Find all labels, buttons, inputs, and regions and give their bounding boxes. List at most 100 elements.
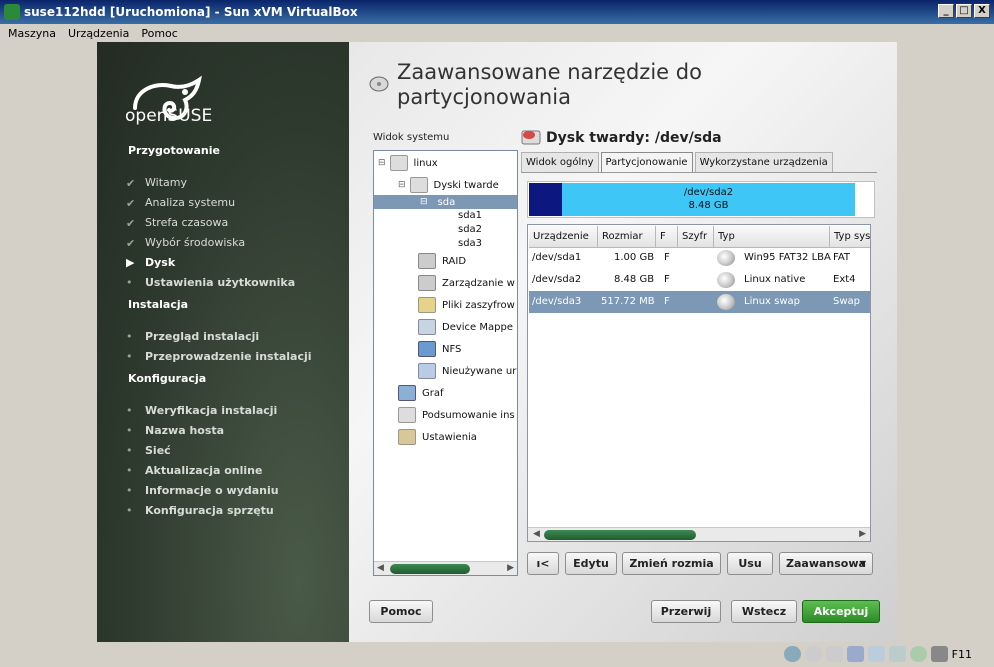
hard-disk-activity-icon[interactable] bbox=[783, 646, 801, 662]
bullet-icon: • bbox=[126, 350, 133, 363]
step-nazwa-hosta: Nazwa hosta bbox=[145, 424, 225, 437]
bullet-icon: • bbox=[126, 404, 133, 417]
menu-pomoc[interactable]: Pomoc bbox=[141, 27, 177, 40]
scroll-left-icon[interactable]: ◀ bbox=[533, 529, 540, 539]
table-row[interactable]: /dev/sda1 1.00 GB F Win95 FAT32 LBA FAT bbox=[529, 247, 870, 269]
resize-button[interactable]: Zmień rozmia bbox=[622, 552, 721, 575]
table-horizontal-scrollbar[interactable]: ◀ ▶ bbox=[528, 527, 870, 541]
tree-item-sda3[interactable]: sda3 bbox=[458, 238, 482, 249]
bullet-icon: • bbox=[126, 330, 133, 343]
current-step-arrow-icon: ▶ bbox=[126, 256, 135, 269]
hard-disk-icon bbox=[369, 76, 389, 92]
tree-item-linux[interactable]: ⊟ linux bbox=[378, 155, 438, 171]
column-header-format[interactable]: F bbox=[656, 226, 678, 248]
cell-size: 1.00 GB bbox=[614, 252, 655, 263]
partition-bar-size: 8.48 GB bbox=[688, 200, 729, 211]
column-header-type[interactable]: Typ bbox=[714, 226, 830, 248]
partition-bar[interactable]: /dev/sda2 8.48 GB bbox=[527, 181, 875, 218]
advanced-dropdown[interactable]: Zaawansowa ▼ bbox=[779, 552, 873, 575]
advanced-dropdown-label: Zaawansowa bbox=[786, 557, 866, 570]
menu-urzadzenia[interactable]: Urządzenia bbox=[68, 27, 129, 40]
tree-item-raid[interactable]: RAID bbox=[418, 253, 466, 269]
partition-bar-sda2[interactable]: /dev/sda2 8.48 GB bbox=[562, 183, 855, 216]
graph-icon bbox=[398, 385, 416, 401]
column-header-device[interactable]: Urządzenie bbox=[529, 226, 598, 248]
scrollbar-thumb[interactable] bbox=[544, 530, 696, 540]
section-przygotowanie: Przygotowanie bbox=[128, 144, 220, 157]
settings-wrench-icon bbox=[398, 429, 416, 445]
maximize-button[interactable]: □ bbox=[956, 4, 972, 18]
column-header-size[interactable]: Rozmiar bbox=[598, 226, 656, 248]
tree-item-settings[interactable]: Ustawienia bbox=[398, 429, 477, 445]
partition-bar-sda1[interactable] bbox=[529, 183, 562, 216]
step-dysk: Dysk bbox=[145, 256, 176, 269]
edit-button[interactable]: Edytu bbox=[565, 552, 617, 575]
table-row-selected[interactable]: /dev/sda3 517.72 MB F Linux swap Swap bbox=[529, 291, 870, 313]
tree-item-device-mapper[interactable]: Device Mappe bbox=[418, 319, 513, 335]
window-titlebar: suse112hdd [Uruchomiona] - Sun xVM Virtu… bbox=[0, 0, 994, 24]
window-controls: _ □ X bbox=[938, 4, 990, 18]
cd-drive-icon[interactable] bbox=[804, 646, 822, 662]
scroll-right-icon[interactable]: ▶ bbox=[507, 563, 514, 573]
partition-table[interactable]: Urządzenie Rozmiar F Szyfr Typ Typ syst … bbox=[527, 224, 871, 542]
summary-icon bbox=[398, 407, 416, 423]
usb-icon[interactable] bbox=[867, 646, 885, 662]
chevron-down-icon: ▼ bbox=[859, 559, 866, 568]
accept-button[interactable]: Akceptuj bbox=[802, 600, 880, 623]
tab-partitioning[interactable]: Partycjonowanie bbox=[600, 152, 693, 173]
tree-item-crypt-files[interactable]: Pliki zaszyfrow bbox=[418, 297, 515, 313]
floppy-icon[interactable] bbox=[825, 646, 843, 662]
delete-button[interactable]: Usu bbox=[727, 552, 773, 575]
tree-item-summary[interactable]: Podsumowanie ins bbox=[398, 407, 515, 423]
cell-fs-type: Ext4 bbox=[833, 274, 856, 285]
tree-item-graph[interactable]: Graf bbox=[398, 385, 444, 401]
column-header-fs-type[interactable]: Typ syst bbox=[830, 226, 870, 248]
cell-size: 8.48 GB bbox=[614, 274, 655, 285]
network-icon[interactable] bbox=[846, 646, 864, 662]
system-view-tree[interactable]: ⊟ linux ⊟ Dyski twarde ⊟ sda sda1 sda2 sda3… bbox=[373, 150, 518, 576]
add-partition-button[interactable]: ı< bbox=[527, 552, 559, 575]
cell-device: /dev/sda1 bbox=[532, 252, 582, 263]
tree-item-sda[interactable]: ⊟ sda bbox=[374, 195, 517, 209]
mouse-integration-icon[interactable] bbox=[909, 646, 927, 662]
step-siec: Sieć bbox=[145, 444, 171, 457]
cell-format: F bbox=[664, 252, 670, 263]
checkmark-icon: ✔ bbox=[126, 177, 136, 190]
vm-display[interactable]: openSUSE Przygotowanie ✔ Witamy ✔ Analiz… bbox=[97, 42, 897, 642]
scrollbar-thumb[interactable] bbox=[390, 564, 470, 574]
tree-item-sda2[interactable]: sda2 bbox=[458, 224, 482, 235]
cell-type: Linux native bbox=[744, 274, 806, 285]
tab-overview[interactable]: Widok ogólny bbox=[521, 152, 599, 172]
back-button[interactable]: Wstecz bbox=[731, 600, 797, 623]
bullet-icon: • bbox=[126, 276, 133, 289]
minimize-button[interactable]: _ bbox=[938, 4, 954, 18]
cell-device: /dev/sda3 bbox=[532, 296, 582, 307]
shared-folders-icon[interactable] bbox=[888, 646, 906, 662]
host-key-arrow-icon[interactable] bbox=[930, 646, 948, 662]
table-row[interactable]: /dev/sda2 8.48 GB F Linux native Ext4 bbox=[529, 269, 870, 291]
help-button[interactable]: Pomoc bbox=[369, 600, 433, 623]
close-button[interactable]: X bbox=[974, 4, 990, 18]
tree-item-unused[interactable]: Nieużywane ur bbox=[418, 363, 516, 379]
menu-bar: Maszyna Urządzenia Pomoc bbox=[0, 24, 994, 42]
tree-item-nfs[interactable]: NFS bbox=[418, 341, 461, 357]
tree-horizontal-scrollbar[interactable]: ◀ ▶ bbox=[374, 561, 517, 575]
hard-disk-icon bbox=[521, 130, 541, 145]
scroll-right-icon[interactable]: ▶ bbox=[859, 529, 866, 539]
tree-item-lvm[interactable]: Zarządzanie w bbox=[418, 275, 515, 291]
step-aktualizacja-online: Aktualizacja online bbox=[145, 464, 263, 477]
column-header-encryption[interactable]: Szyfr bbox=[678, 226, 714, 248]
cell-fs-type: FAT bbox=[833, 252, 851, 263]
bullet-icon: • bbox=[126, 424, 133, 437]
host-key-label: F11 bbox=[951, 647, 972, 661]
step-witamy: Witamy bbox=[145, 176, 187, 189]
page-title: Zaawansowane narzędzie do partycjonowani… bbox=[397, 60, 702, 109]
hard-disks-icon bbox=[409, 177, 428, 193]
abort-button[interactable]: Przerwij bbox=[651, 600, 721, 623]
tab-used-devices[interactable]: Wykorzystane urządzenia bbox=[694, 152, 833, 172]
tree-item-hard-disks[interactable]: ⊟ Dyski twarde bbox=[398, 177, 499, 193]
menu-maszyna[interactable]: Maszyna bbox=[8, 27, 56, 40]
scroll-left-icon[interactable]: ◀ bbox=[377, 563, 384, 573]
tree-item-sda1[interactable]: sda1 bbox=[458, 210, 482, 221]
installer-sidebar: openSUSE Przygotowanie ✔ Witamy ✔ Analiz… bbox=[97, 42, 349, 642]
